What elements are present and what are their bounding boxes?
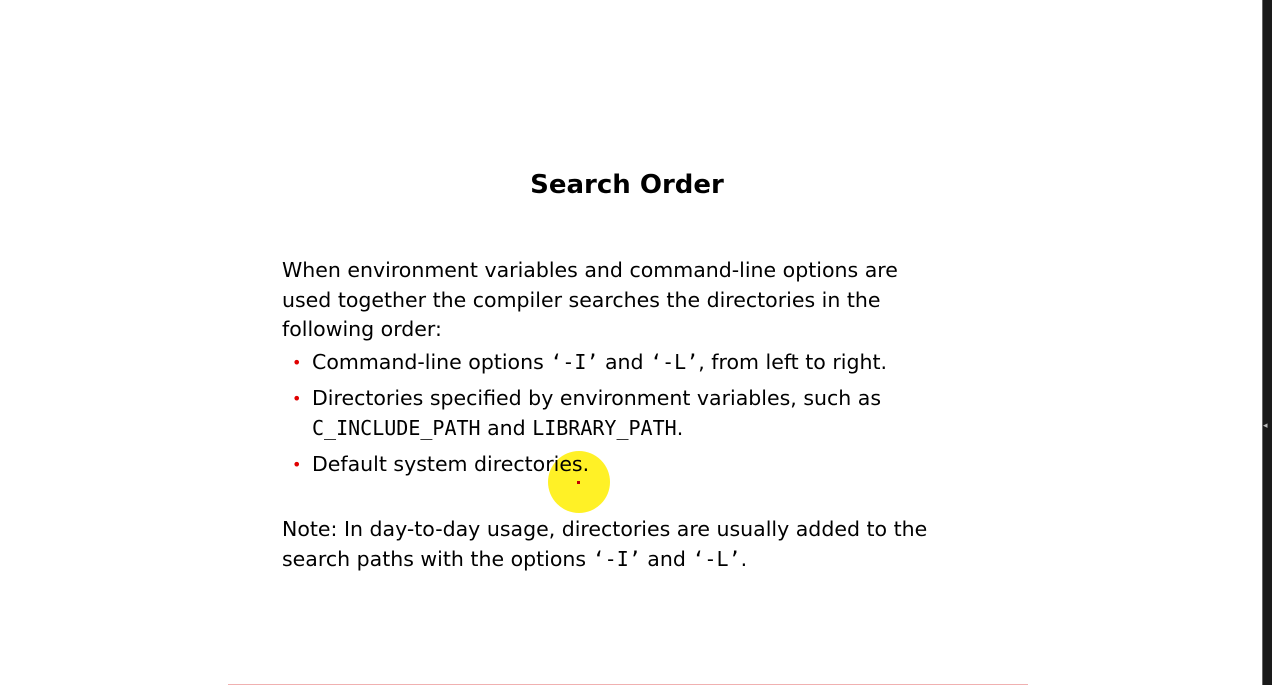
- list-item: • Command-line options ‘-I’ and ‘-L’, fr…: [282, 348, 982, 378]
- search-order-list: • Command-line options ‘-I’ and ‘-L’, fr…: [282, 348, 982, 486]
- bullet-1-text: Command-line options: [312, 350, 551, 374]
- intro-line-2: used together the compiler searches the …: [282, 287, 881, 312]
- bullet-1-mid: and: [598, 350, 651, 374]
- collapse-arrow-icon[interactable]: ◂: [1263, 420, 1268, 432]
- bullet-2-code-2: LIBRARY_PATH: [532, 415, 677, 440]
- slide: Search Order When environment variables …: [0, 0, 1262, 685]
- note-line-2: search paths with the options ‘-I’ and ‘…: [282, 545, 982, 575]
- intro-paragraph: When environment variables and command-l…: [282, 256, 982, 345]
- intro-line-1: When environment variables and command-l…: [282, 258, 898, 282]
- bullet-icon: •: [292, 389, 302, 408]
- bullet-icon: •: [292, 353, 302, 372]
- cursor-pointer-icon: [577, 481, 580, 484]
- bullet-2-mid: and: [480, 415, 533, 440]
- bullet-3-text: Default system directories.: [312, 451, 590, 476]
- note-mid: and: [640, 546, 693, 571]
- cursor-highlight-icon: [548, 451, 610, 513]
- bullet-1-post: , from left to right.: [698, 350, 888, 374]
- bullet-1-code-2: ‘-L’: [650, 350, 699, 374]
- slide-title: Search Order: [530, 170, 724, 200]
- bullet-2-line-2: C_INCLUDE_PATH and LIBRARY_PATH.: [312, 414, 982, 444]
- note-code-1: ‘-I’: [592, 546, 641, 571]
- note-paragraph: Note: In day-to-day usage, directories a…: [282, 515, 982, 574]
- bullet-1-code-1: ‘-I’: [550, 350, 599, 374]
- note-line-2-pre: search paths with the options: [282, 546, 593, 571]
- bullet-2-post: .: [676, 415, 684, 440]
- note-line-1: Note: In day-to-day usage, directories a…: [282, 517, 928, 541]
- note-code-2: ‘-L’: [692, 546, 741, 571]
- bullet-2-code-1: C_INCLUDE_PATH: [312, 415, 481, 440]
- note-post: .: [740, 546, 748, 571]
- intro-line-3: following order:: [282, 317, 442, 341]
- bullet-2-line-1: Directories specified by environment var…: [312, 386, 882, 410]
- list-item: • Directories specified by environment v…: [282, 384, 982, 443]
- bullet-icon: •: [292, 454, 302, 474]
- right-side-panel-edge[interactable]: [1262, 0, 1272, 685]
- list-item: • Default system directories.: [282, 450, 982, 480]
